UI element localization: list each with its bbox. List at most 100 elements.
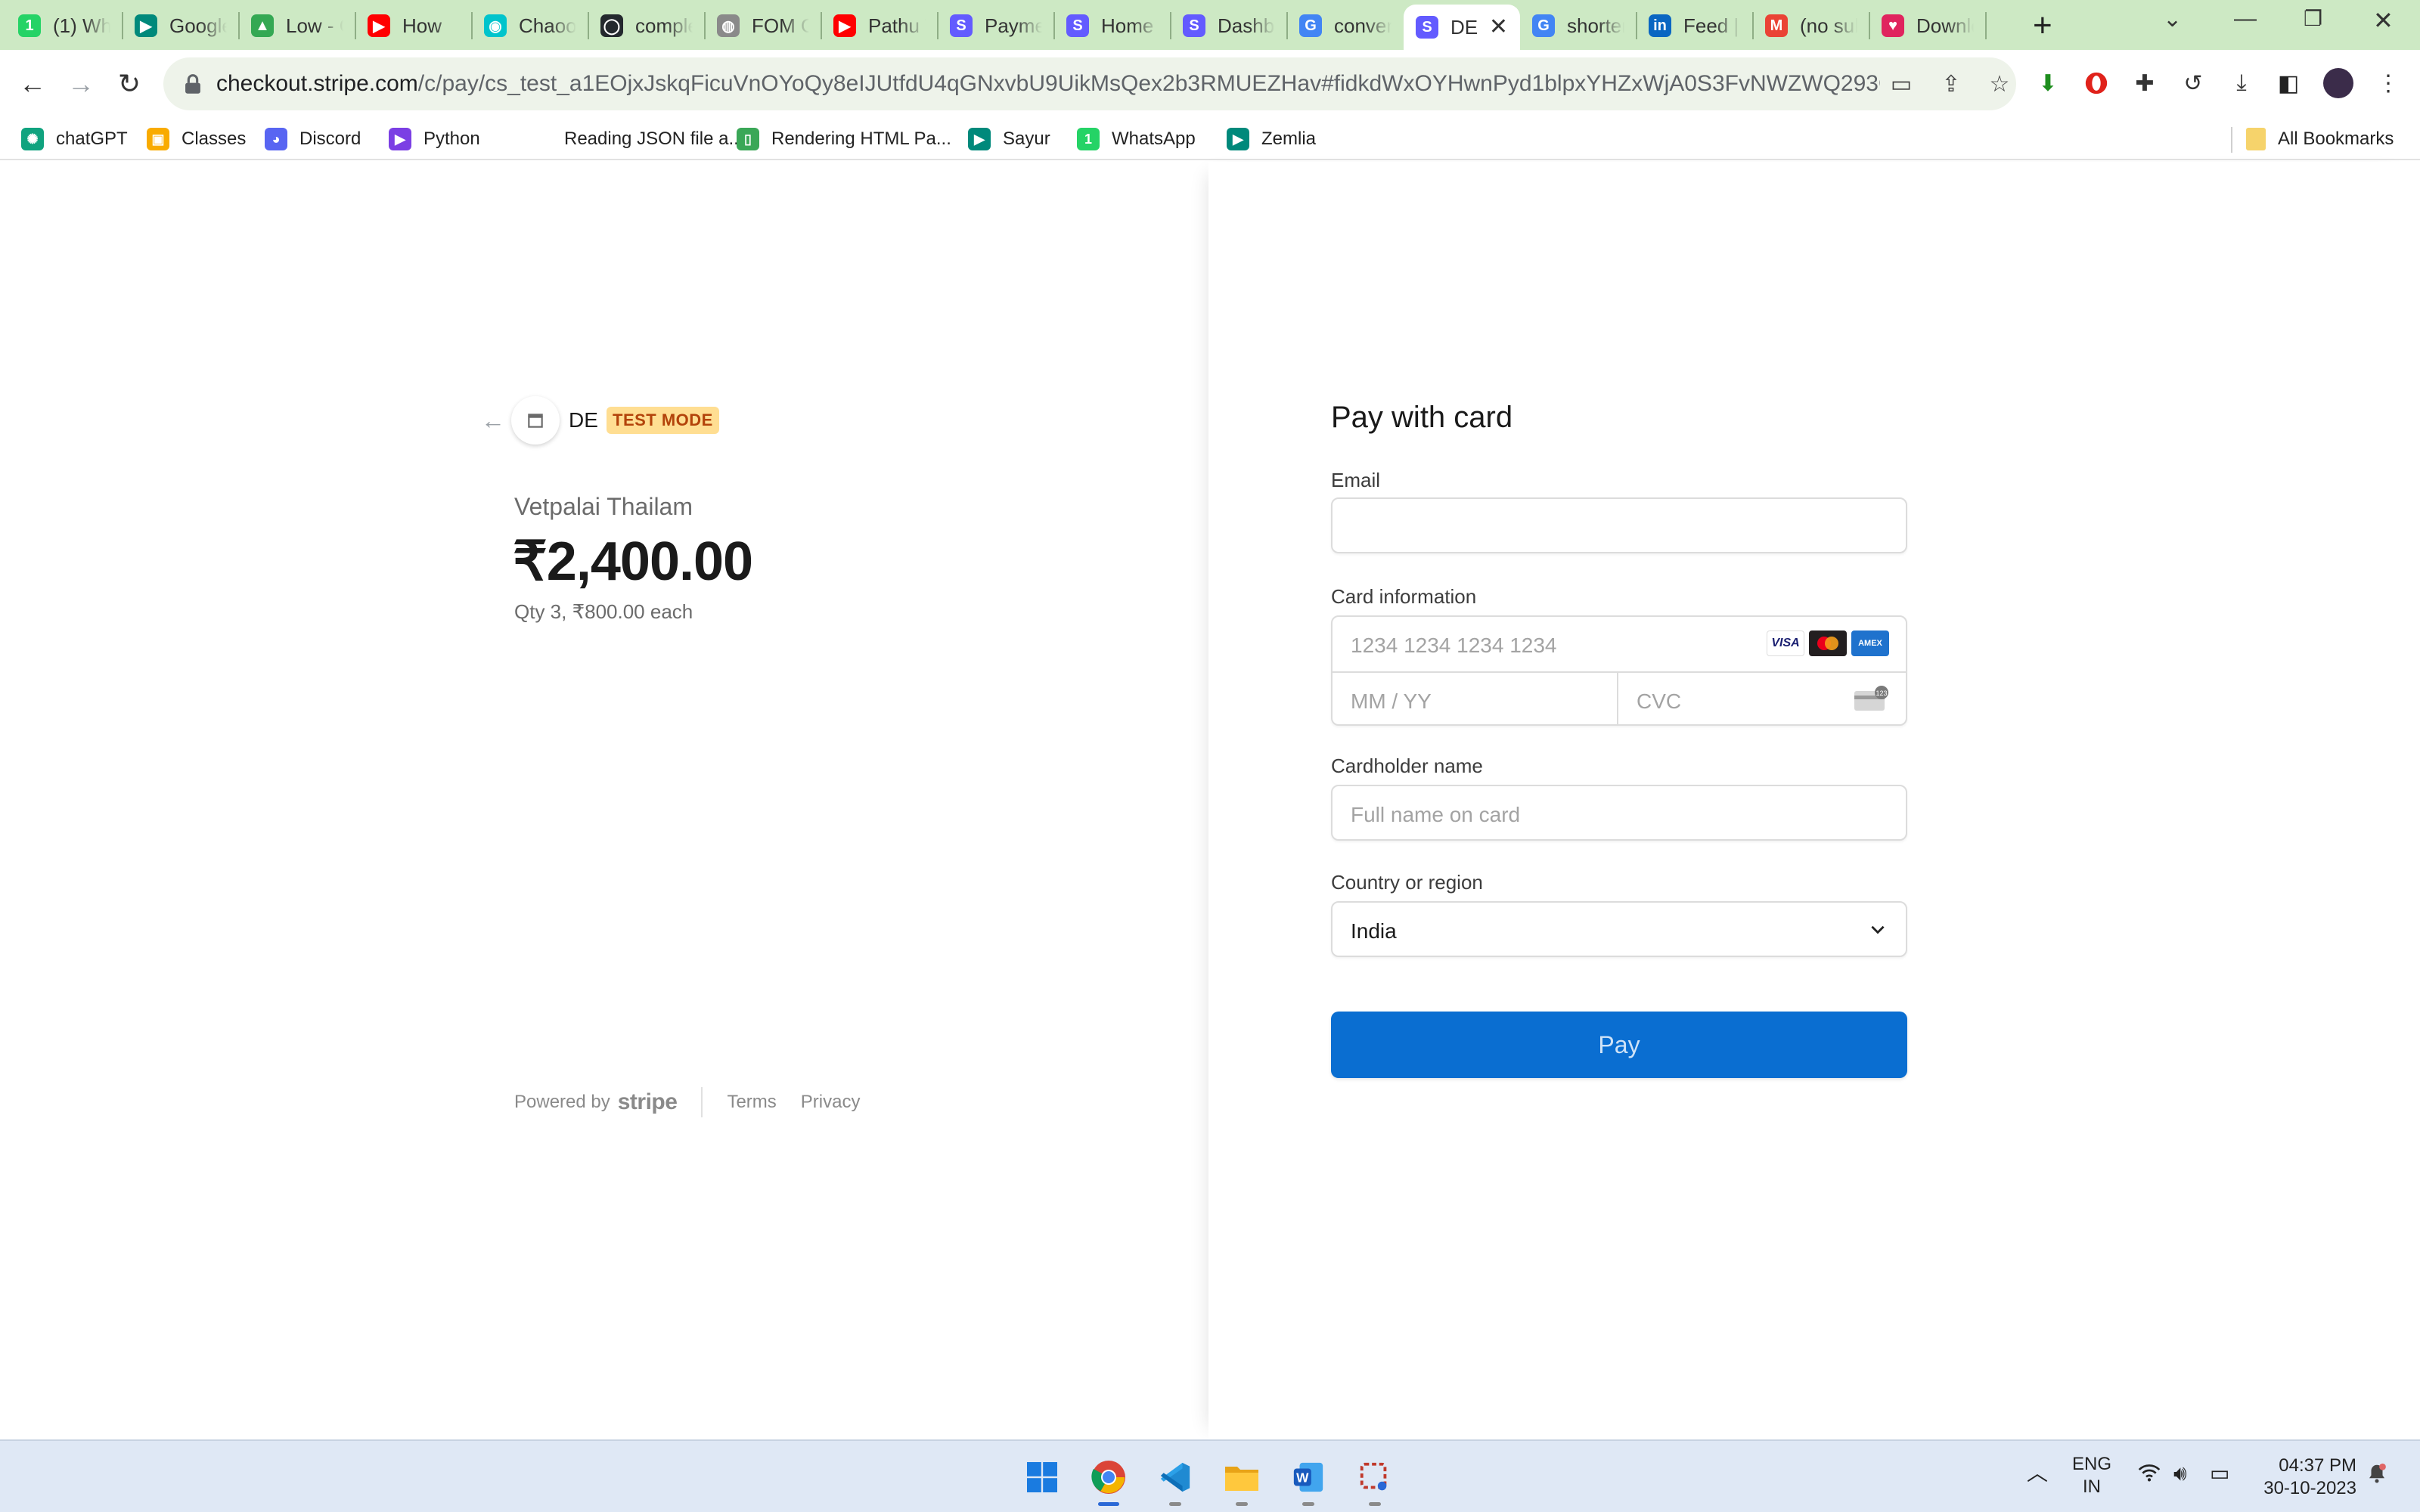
clock[interactable]: 04:37 PM 30-10-2023 — [2258, 1455, 2356, 1500]
word-icon[interactable]: W — [1287, 1456, 1329, 1506]
browser-tab[interactable]: ◯ complete — [588, 5, 705, 47]
browser-tab[interactable]: Gshorten — [1520, 5, 1637, 47]
bookmark-label: Python — [424, 129, 480, 149]
sync-icon[interactable]: ↺ — [2178, 68, 2208, 98]
privacy-link[interactable]: Privacy — [801, 1092, 861, 1113]
powered-by-label: Powered by — [514, 1092, 610, 1112]
address-bar[interactable]: checkout.stripe.com/c/pay/cs_test_a1EOjx… — [163, 57, 2016, 110]
volume-icon[interactable]: 🔊︎ — [2173, 1462, 2187, 1485]
restore-button[interactable]: ❐ — [2304, 6, 2322, 31]
linkedin-icon: in — [1649, 14, 1671, 37]
tab-close-icon[interactable]: ✕ — [1489, 14, 1508, 40]
bookmark-item[interactable]: ▯ Rendering HTML Pa... — [737, 125, 951, 153]
pay-button[interactable]: Pay — [1331, 1012, 1907, 1078]
folder-icon — [2246, 128, 2266, 150]
browser-tab[interactable]: ♥ Download — [1869, 5, 1986, 47]
browser-tab[interactable]: S Dashboard — [1171, 5, 1287, 47]
country-select[interactable]: India — [1331, 901, 1907, 957]
share-icon[interactable]: ⇪ — [1938, 71, 1965, 98]
bookmark-item[interactable]: ◕ Discord — [265, 125, 361, 153]
cardholder-name-field[interactable]: Full name on card — [1331, 785, 1907, 841]
card-number-input[interactable]: 1234 1234 1234 1234 — [1351, 634, 1744, 658]
close-window-button[interactable]: ✕ — [2373, 6, 2394, 35]
stripe-logo[interactable]: stripe — [618, 1089, 678, 1115]
country-value: India — [1351, 919, 1397, 943]
bookmark-label: WhatsApp — [1112, 129, 1196, 149]
bookmark-item[interactable]: ▶ Python — [389, 125, 480, 153]
browser-tab[interactable]: S Home — [1054, 5, 1171, 47]
opera-extension-icon[interactable] — [2081, 68, 2111, 98]
new-tab-button[interactable]: + — [2033, 8, 2052, 44]
browser-tab[interactable]: ▶ How — [355, 5, 472, 47]
expiry-input[interactable]: MM / YY — [1351, 689, 1432, 714]
language-indicator[interactable]: ENG IN — [2072, 1453, 2111, 1498]
order-summary-panel — [0, 162, 1208, 1439]
browser-tab[interactable]: 1 (1) WhatsApp — [6, 5, 123, 47]
tab-title: Google Meet — [169, 14, 227, 37]
tab-title: Download — [1916, 14, 1974, 37]
tab-title: (no subject) — [1800, 14, 1857, 37]
reload-icon[interactable]: ↻ — [110, 65, 148, 103]
tab-search-icon[interactable]: ⌄ — [2163, 6, 2182, 33]
tab-title: Dashboard — [1218, 14, 1275, 37]
bookmark-item[interactable]: ▶ Sayur — [968, 125, 1050, 153]
bookmark-item[interactable]: ✺ chatGPT — [21, 125, 128, 153]
tab-title: convert — [1334, 14, 1392, 37]
total-price: ₹2,400.00 — [513, 531, 753, 592]
tab-title: shorten — [1567, 14, 1624, 37]
url-text[interactable]: checkout.stripe.com/c/pay/cs_test_a1EOjx… — [216, 71, 1880, 97]
side-panel-icon[interactable]: ◧ — [2273, 68, 2304, 98]
browser-tab-active[interactable]: S DE ✕ — [1404, 5, 1520, 50]
profile-avatar[interactable] — [2323, 68, 2353, 98]
browser-tab[interactable]: M (no subject) — [1753, 5, 1869, 47]
battery-icon[interactable]: ▭ — [2210, 1462, 2229, 1485]
cvc-input[interactable]: CVC — [1637, 689, 1681, 714]
notification-bell-icon[interactable] — [2366, 1462, 2388, 1489]
browser-tab[interactable]: in Feed | LinkedIn — [1637, 5, 1753, 47]
bookmark-star-icon[interactable]: ☆ — [1986, 71, 2013, 98]
bookmark-item[interactable]: Reading JSON file a... — [529, 125, 743, 153]
back-arrow-icon[interactable]: ← — [481, 407, 505, 435]
bookmark-item[interactable]: ▶ Zemlia — [1227, 125, 1316, 153]
browser-tab[interactable]: ◍ FOM G — [705, 5, 821, 47]
browser-tab[interactable]: ▶ Pathu T — [821, 5, 938, 47]
windows-start-icon[interactable] — [1021, 1456, 1063, 1498]
browser-tab[interactable]: S Payments — [938, 5, 1054, 47]
browser-tab[interactable]: Gconvert — [1287, 5, 1404, 47]
minimize-button[interactable]: — — [2234, 6, 2257, 32]
card-icon[interactable]: ▭ — [1888, 71, 1915, 98]
tab-title: Chaoo — [519, 14, 576, 37]
google-meet-icon: ▶ — [968, 128, 991, 150]
store-icon — [528, 414, 543, 428]
terms-link[interactable]: Terms — [727, 1092, 776, 1113]
tray-overflow-icon[interactable]: ︿ — [2027, 1462, 2048, 1485]
cardholder-placeholder: Full name on card — [1351, 803, 1521, 826]
chrome-icon[interactable] — [1087, 1456, 1130, 1506]
youtube-icon: ▶ — [833, 14, 856, 37]
forward-icon[interactable]: → — [62, 65, 100, 103]
extensions-puzzle-icon[interactable]: ✚ — [2130, 68, 2160, 98]
browser-toolbar: ← → ↻ checkout.stripe.com/c/pay/cs_test_… — [0, 50, 2420, 118]
tab-title: DE — [1450, 15, 1478, 39]
email-field[interactable] — [1331, 497, 1907, 553]
browser-tab[interactable]: ◉ Chaoo — [472, 5, 588, 47]
menu-icon[interactable]: ⋮ — [2373, 68, 2403, 98]
google-meet-icon: ▶ — [1227, 128, 1249, 150]
file-explorer-icon[interactable] — [1221, 1456, 1263, 1506]
wifi-icon[interactable] — [2137, 1462, 2161, 1488]
browser-tab[interactable]: ▶ Google Meet — [123, 5, 239, 47]
snipping-tool-icon[interactable] — [1354, 1456, 1396, 1506]
vscode-icon[interactable] — [1154, 1456, 1196, 1506]
downloads-icon[interactable]: ⤓ — [2226, 68, 2257, 98]
bookmark-item[interactable]: 1 WhatsApp — [1077, 125, 1196, 153]
google-icon: G — [1532, 14, 1555, 37]
tab-title: Home — [1101, 14, 1154, 37]
tab-title: How — [402, 14, 442, 37]
back-icon[interactable]: ← — [14, 65, 51, 103]
all-bookmarks[interactable]: All Bookmarks — [2246, 125, 2394, 153]
download-extension-icon[interactable]: ⬇ — [2033, 68, 2063, 98]
bookmark-item[interactable]: ▣ Classes — [147, 125, 246, 153]
google-meet-icon: ▶ — [135, 14, 157, 37]
browser-tab[interactable]: ▲ Low - Google Drive — [239, 5, 355, 47]
lock-icon[interactable] — [180, 71, 206, 97]
